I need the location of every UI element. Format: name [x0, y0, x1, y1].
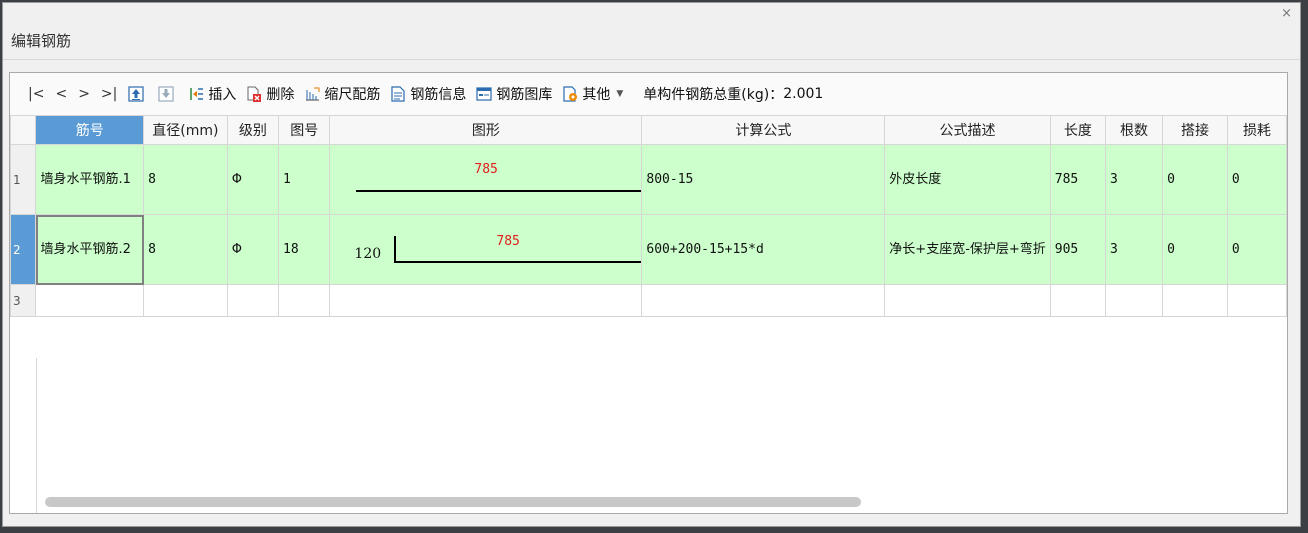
column-header-diameter[interactable]: 直径(mm): [143, 115, 228, 145]
column-header-lap[interactable]: 搭接: [1162, 115, 1228, 145]
cell-diameter[interactable]: 8: [143, 144, 228, 215]
edit-rebar-dialog: × 编辑钢筋 |< < > >| 插入 删除 缩尺配筋 钢筋信息 钢筋图库 其他…: [2, 2, 1301, 527]
cell-loss[interactable]: 0: [1226, 144, 1287, 215]
cell-formula[interactable]: 800-15: [641, 144, 886, 215]
column-header-formula[interactable]: 计算公式: [641, 115, 886, 145]
rebar-info-icon: [390, 86, 406, 102]
horizontal-scrollbar[interactable]: [45, 497, 861, 507]
empty-cell[interactable]: [329, 284, 643, 317]
rebar-shape-straight: 785: [334, 146, 641, 214]
shape-length-label: 785: [496, 233, 520, 249]
rebar-hook: [394, 235, 397, 262]
column-header-loss[interactable]: 损耗: [1226, 115, 1287, 145]
cell-diameter[interactable]: 8: [143, 214, 228, 285]
rebar-shape-hooked: 120 785: [334, 216, 641, 284]
cell-grade[interactable]: Φ: [226, 214, 280, 285]
column-header-description[interactable]: 公式描述: [884, 115, 1051, 145]
insert-button[interactable]: 插入: [188, 84, 236, 104]
rebar-info-label: 钢筋信息: [410, 87, 467, 103]
total-weight-value: 2.001: [783, 86, 824, 102]
empty-cell[interactable]: [143, 284, 228, 317]
move-down-button[interactable]: [158, 86, 178, 102]
delete-button[interactable]: 删除: [246, 84, 294, 104]
rebar-library-label: 钢筋图库: [496, 87, 553, 103]
cell-grade[interactable]: Φ: [226, 144, 280, 215]
scale-rebar-button[interactable]: 缩尺配筋: [304, 84, 380, 104]
cell-description[interactable]: 外皮长度: [884, 144, 1051, 215]
row-header[interactable]: 3: [10, 284, 37, 317]
arrow-down-icon: [158, 86, 174, 102]
cell-description[interactable]: 净长+支座宽-保护层+弯折: [884, 214, 1051, 285]
cell-bar-no[interactable]: 墙身水平钢筋.1: [35, 144, 145, 215]
cell-loss[interactable]: 0: [1226, 214, 1287, 285]
column-header-length[interactable]: 长度: [1049, 115, 1106, 145]
cell-shape[interactable]: 785: [329, 144, 643, 215]
arrow-up-icon: [128, 86, 144, 102]
shape-hook-label: 120: [354, 245, 382, 262]
scale-rebar-icon: [304, 86, 320, 102]
row-header[interactable]: 2: [10, 214, 37, 285]
close-icon[interactable]: ×: [1281, 7, 1292, 21]
other-icon: [562, 86, 578, 102]
table-row[interactable]: 2 墙身水平钢筋.2 8 Φ 18 120 785 600+200-15+15*…: [10, 214, 1287, 285]
cell-count[interactable]: 3: [1104, 214, 1164, 285]
row-header-strip: [10, 358, 37, 513]
rebar-info-button[interactable]: 钢筋信息: [390, 84, 466, 104]
cell-length[interactable]: 785: [1049, 144, 1106, 215]
insert-icon: [188, 86, 204, 102]
rebar-grid: 筋号 直径(mm) 级别 图号 图形 计算公式 公式描述 长度 根数 搭接 损耗: [10, 115, 1287, 513]
title-divider: [3, 59, 1300, 60]
table-row-empty[interactable]: 3: [10, 284, 1287, 317]
insert-label: 插入: [208, 87, 237, 103]
empty-cell[interactable]: [641, 284, 886, 317]
delete-label: 删除: [266, 87, 295, 103]
column-header-count[interactable]: 根数: [1104, 115, 1164, 145]
other-button[interactable]: 其他 ▼: [562, 84, 629, 104]
cell-shape-no[interactable]: 1: [278, 144, 331, 215]
rebar-line: [356, 189, 641, 192]
chevron-down-icon: ▼: [616, 89, 624, 99]
rebar-library-icon: [476, 86, 492, 102]
shape-length-label: 785: [474, 161, 498, 177]
nav-next-button[interactable]: >: [78, 86, 90, 102]
column-header-bar-no[interactable]: 筋号: [35, 115, 145, 145]
nav-first-button[interactable]: |<: [28, 86, 44, 102]
other-label: 其他: [582, 87, 611, 103]
delete-icon: [246, 86, 262, 102]
scale-rebar-label: 缩尺配筋: [324, 87, 381, 103]
cell-formula[interactable]: 600+200-15+15*d: [641, 214, 886, 285]
nav-last-button[interactable]: >|: [101, 86, 117, 102]
toolbar: |< < > >| 插入 删除 缩尺配筋 钢筋信息 钢筋图库 其他 ▼ 单构件钢…: [10, 73, 1287, 115]
total-weight-label: 单构件钢筋总重(kg)：: [643, 87, 784, 103]
cell-shape[interactable]: 120 785: [329, 214, 643, 285]
cell-shape-no[interactable]: 18: [278, 214, 331, 285]
cell-count[interactable]: 3: [1104, 144, 1164, 215]
empty-cell[interactable]: [884, 284, 1051, 317]
rebar-panel: |< < > >| 插入 删除 缩尺配筋 钢筋信息 钢筋图库 其他 ▼ 单构件钢…: [9, 72, 1288, 514]
nav-prev-button[interactable]: <: [55, 86, 67, 102]
dialog-title: 编辑钢筋: [11, 32, 72, 50]
cell-lap[interactable]: 0: [1162, 214, 1228, 285]
column-header-grade[interactable]: 级别: [226, 115, 280, 145]
empty-cell[interactable]: [1226, 284, 1287, 317]
cell-length[interactable]: 905: [1049, 214, 1106, 285]
empty-cell[interactable]: [278, 284, 331, 317]
empty-cell[interactable]: [1049, 284, 1106, 317]
empty-cell[interactable]: [1104, 284, 1164, 317]
rebar-library-button[interactable]: 钢筋图库: [476, 84, 552, 104]
cell-bar-no[interactable]: 墙身水平钢筋.2: [35, 214, 145, 285]
move-up-button[interactable]: [128, 86, 148, 102]
empty-cell[interactable]: [1162, 284, 1228, 317]
rebar-line: [394, 260, 641, 263]
row-header[interactable]: 1: [10, 144, 37, 215]
column-header-shape[interactable]: 图形: [329, 115, 643, 145]
rebar-table: 筋号 直径(mm) 级别 图号 图形 计算公式 公式描述 长度 根数 搭接 损耗: [10, 115, 1287, 317]
corner-header: [10, 115, 37, 145]
cell-lap[interactable]: 0: [1162, 144, 1228, 215]
table-row[interactable]: 1 墙身水平钢筋.1 8 Φ 1 785 800-15 外皮长度 785 3 0…: [10, 144, 1287, 215]
empty-cell[interactable]: [226, 284, 280, 317]
empty-cell[interactable]: [35, 284, 145, 317]
column-header-shape-no[interactable]: 图号: [278, 115, 331, 145]
